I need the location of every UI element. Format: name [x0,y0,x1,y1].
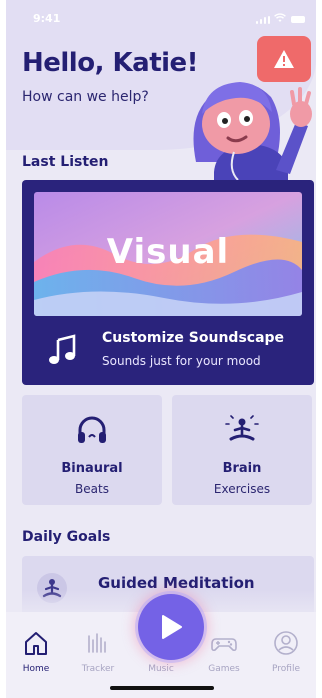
music-note-icon [49,334,76,364]
gamepad-icon [211,638,237,652]
warning-icon [274,50,294,68]
nav-label-profile: Profile [272,664,300,674]
nav-label-home: Home [22,664,50,674]
status-bar: 9:41 [6,0,316,36]
nav-item-profile[interactable]: Profile [258,630,314,680]
status-time: 9:41 [33,12,61,25]
wifi-icon [274,13,286,22]
meditation-icon [225,415,259,441]
greeting-title: Hello, Katie! [22,48,199,78]
home-icon [25,632,47,655]
play-icon [162,615,182,639]
home-indicator [110,686,214,690]
app-screen: 9:41 Hello, Katie! How can we help? Last… [6,0,316,698]
soundscape-artwork: Visual [34,192,302,316]
tracker-icon [88,633,106,653]
brain-exercises-tile[interactable]: Brain Exercises [172,395,312,505]
headphones-icon [78,416,106,443]
profile-icon [274,631,298,655]
nav-item-games[interactable]: Games [196,630,252,680]
nav-item-home[interactable]: Home [8,630,64,680]
last-listen-title: Customize Soundscape [102,330,285,346]
play-button[interactable] [138,594,204,660]
nav-item-tracker[interactable]: Tracker [70,630,126,680]
brain-subtitle: Exercises [213,482,271,496]
last-listen-heading: Last Listen [22,154,109,170]
nav-label-music: Music [148,664,174,674]
signal-icon [256,16,270,24]
binaural-subtitle: Beats [75,482,109,496]
brain-title: Brain [222,461,262,476]
nav-label-games: Games [208,664,240,674]
greeting-subtitle: How can we help? [22,89,149,105]
daily-goals-heading: Daily Goals [22,529,111,545]
battery-icon [291,16,305,23]
alert-button[interactable] [257,36,311,82]
nav-label-tracker: Tracker [81,664,115,674]
binaural-title: Binaural [61,461,123,476]
artwork-title: Visual [106,232,230,272]
binaural-beats-tile[interactable]: Binaural Beats [22,395,162,505]
last-listen-card[interactable]: Visual Customize Soundscape Sounds just … [22,180,314,385]
last-listen-subtitle: Sounds just for your mood [102,354,261,368]
